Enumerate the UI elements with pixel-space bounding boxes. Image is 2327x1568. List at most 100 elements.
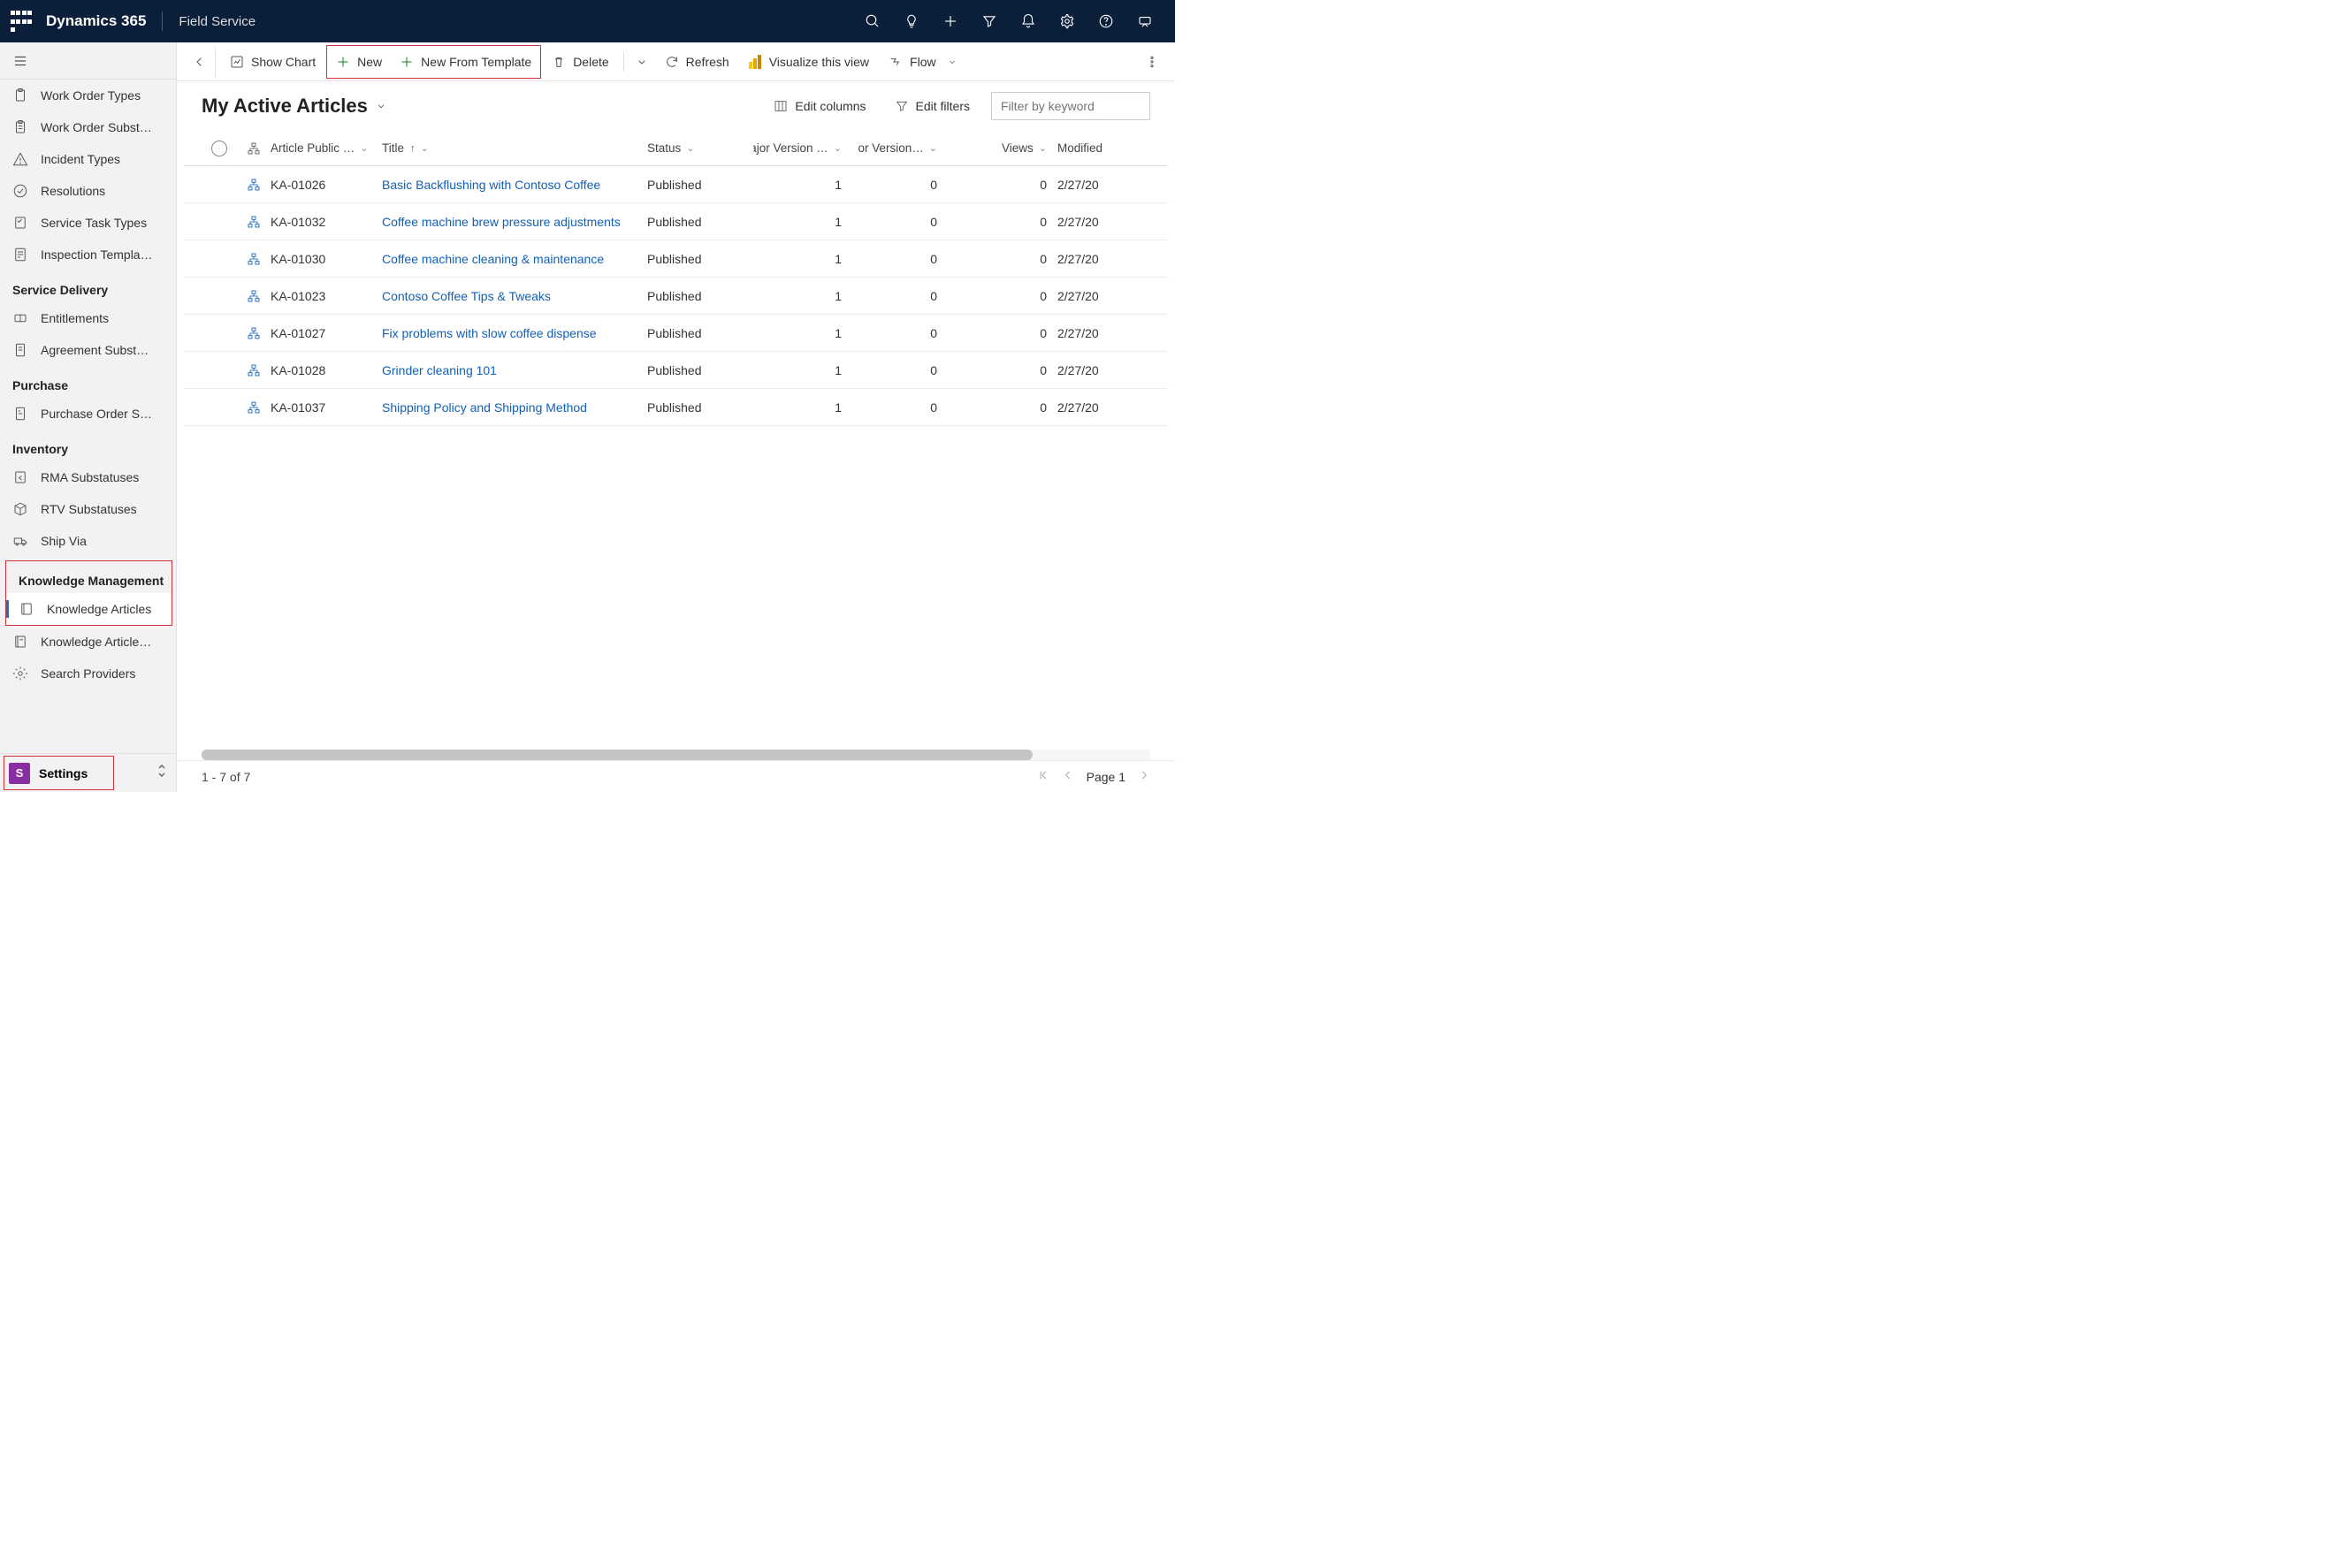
column-header-public[interactable]: Article Public …⌄ xyxy=(271,141,382,155)
article-link[interactable]: Shipping Policy and Shipping Method xyxy=(382,400,587,415)
hierarchy-icon[interactable] xyxy=(237,252,271,266)
table-row[interactable]: KA-01028Grinder cleaning 101Published100… xyxy=(184,352,1168,389)
edit-filters-button[interactable]: Edit filters xyxy=(888,94,977,118)
show-chart-button[interactable]: Show Chart xyxy=(221,46,324,78)
cell-views: 0 xyxy=(953,289,1057,303)
nav-section-header: Service Delivery xyxy=(0,270,176,302)
cell-public-number: KA-01037 xyxy=(271,400,382,415)
chevron-down-icon: ⌄ xyxy=(421,142,429,154)
table-row[interactable]: KA-01023Contoso Coffee Tips & TweaksPubl… xyxy=(184,278,1168,315)
filter-icon[interactable] xyxy=(970,0,1009,42)
view-header: My Active Articles Edit columns Edit fil… xyxy=(177,81,1175,131)
assistant-icon[interactable] xyxy=(1125,0,1164,42)
hierarchy-icon[interactable] xyxy=(237,400,271,415)
refresh-button[interactable]: Refresh xyxy=(656,46,738,78)
hierarchy-icon[interactable] xyxy=(237,289,271,303)
view-selector[interactable]: My Active Articles xyxy=(202,95,387,118)
pager: Page 1 xyxy=(1037,769,1150,784)
delete-label: Delete xyxy=(573,55,608,69)
nav-item[interactable]: Search Providers xyxy=(0,658,176,689)
table-row[interactable]: KA-01030Coffee machine cleaning & mainte… xyxy=(184,240,1168,278)
chevron-down-icon: ⌄ xyxy=(1039,142,1047,154)
hierarchy-icon[interactable] xyxy=(237,363,271,377)
chevron-down-icon: ⌄ xyxy=(929,142,937,154)
nav-item[interactable]: Service Task Types xyxy=(0,207,176,239)
new-button[interactable]: New xyxy=(327,46,391,78)
nav-item[interactable]: Ship Via xyxy=(0,525,176,557)
next-page-button[interactable] xyxy=(1138,769,1150,784)
nav-item-label: Work Order Types xyxy=(41,88,141,103)
settings-icon[interactable] xyxy=(1048,0,1087,42)
column-header-minor[interactable]: Minor Version…⌄ xyxy=(858,141,953,155)
article-link[interactable]: Fix problems with slow coffee dispense xyxy=(382,326,597,340)
back-button[interactable] xyxy=(184,46,216,78)
new-from-template-button[interactable]: New From Template xyxy=(391,46,540,78)
nav-collapse-button[interactable] xyxy=(0,42,176,80)
app-launcher-icon[interactable] xyxy=(11,11,32,32)
hierarchy-icon[interactable] xyxy=(237,178,271,192)
cell-minor-version: 0 xyxy=(858,178,953,192)
chevron-down-icon: ⌄ xyxy=(360,142,368,154)
table-row[interactable]: KA-01027Fix problems with slow coffee di… xyxy=(184,315,1168,352)
prev-page-button[interactable] xyxy=(1062,769,1074,784)
cell-modified: 2/27/20 xyxy=(1057,326,1119,340)
nav-item-label: Purchase Order S… xyxy=(41,407,152,421)
article-link[interactable]: Coffee machine brew pressure adjustments xyxy=(382,215,621,229)
nav-item[interactable]: Purchase Order S… xyxy=(0,398,176,430)
nav-item[interactable]: Knowledge Articles xyxy=(6,593,172,625)
column-header-major[interactable]: Major Version …⌄ xyxy=(753,141,858,155)
cell-status: Published xyxy=(647,326,753,340)
nav-item[interactable]: Knowledge Article… xyxy=(0,626,176,658)
product-name: Dynamics 365 xyxy=(46,12,146,30)
more-commands-button[interactable] xyxy=(1136,46,1168,78)
hierarchy-icon[interactable] xyxy=(237,215,271,229)
first-page-button[interactable] xyxy=(1037,769,1049,784)
cmd-separator xyxy=(623,52,624,72)
column-header-views[interactable]: Views⌄ xyxy=(953,141,1057,155)
add-icon[interactable] xyxy=(931,0,970,42)
article-link[interactable]: Contoso Coffee Tips & Tweaks xyxy=(382,289,551,303)
flow-button[interactable]: Flow xyxy=(880,46,966,78)
help-icon[interactable] xyxy=(1087,0,1125,42)
cell-status: Published xyxy=(647,400,753,415)
table-row[interactable]: KA-01037Shipping Policy and Shipping Met… xyxy=(184,389,1168,426)
nav-item[interactable]: Entitlements xyxy=(0,302,176,334)
cell-modified: 2/27/20 xyxy=(1057,289,1119,303)
keyword-filter-input[interactable] xyxy=(991,92,1150,120)
delete-button[interactable]: Delete xyxy=(543,46,617,78)
notifications-icon[interactable] xyxy=(1009,0,1048,42)
article-link[interactable]: Grinder cleaning 101 xyxy=(382,363,497,377)
nav-item[interactable]: Resolutions xyxy=(0,175,176,207)
nav-item[interactable]: Incident Types xyxy=(0,143,176,175)
new-buttons-highlight: New New From Template xyxy=(326,45,541,79)
edit-columns-button[interactable]: Edit columns xyxy=(767,94,873,118)
cell-major-version: 1 xyxy=(753,178,858,192)
select-all-checkbox[interactable] xyxy=(202,141,237,156)
column-header-title[interactable]: Title↑⌄ xyxy=(382,141,647,155)
delete-split-button[interactable] xyxy=(629,46,654,78)
cell-views: 0 xyxy=(953,252,1057,266)
column-header-status[interactable]: Status⌄ xyxy=(647,141,753,155)
hierarchy-icon[interactable] xyxy=(237,326,271,340)
article-link[interactable]: Basic Backflushing with Contoso Coffee xyxy=(382,178,600,192)
hierarchy-column-header[interactable] xyxy=(237,141,271,156)
nav-item[interactable]: Agreement Subst… xyxy=(0,334,176,366)
table-row[interactable]: KA-01026Basic Backflushing with Contoso … xyxy=(184,166,1168,203)
nav-item[interactable]: RTV Substatuses xyxy=(0,493,176,525)
nav-item[interactable]: RMA Substatuses xyxy=(0,461,176,493)
visualize-button[interactable]: Visualize this view xyxy=(740,46,878,78)
main-content: Show Chart New New From Template Delete xyxy=(177,42,1175,792)
nav-item[interactable]: Inspection Templa… xyxy=(0,239,176,270)
nav-item[interactable]: Work Order Types xyxy=(0,80,176,111)
horizontal-scrollbar[interactable] xyxy=(202,750,1150,760)
article-link[interactable]: Coffee machine cleaning & maintenance xyxy=(382,252,604,266)
new-label: New xyxy=(357,55,382,69)
column-header-modified[interactable]: Modified xyxy=(1057,141,1119,155)
ticket-icon xyxy=(12,310,28,326)
area-switcher[interactable]: S Settings xyxy=(0,753,176,792)
nav-item[interactable]: Work Order Subst… xyxy=(0,111,176,143)
search-icon[interactable] xyxy=(853,0,892,42)
cell-major-version: 1 xyxy=(753,400,858,415)
idea-icon[interactable] xyxy=(892,0,931,42)
table-row[interactable]: KA-01032Coffee machine brew pressure adj… xyxy=(184,203,1168,240)
